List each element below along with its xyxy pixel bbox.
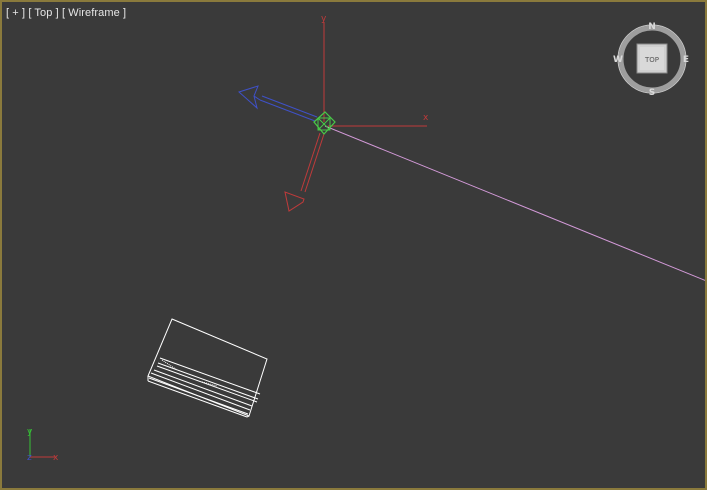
gizmo-x-label: x bbox=[423, 113, 429, 123]
gizmo-red-arrow[interactable] bbox=[284, 132, 325, 212]
viewcube-north[interactable]: N bbox=[648, 22, 656, 32]
target-line[interactable] bbox=[324, 125, 707, 282]
viewport-label: [ + ] [ Top ] [ Wireframe ] bbox=[6, 6, 126, 20]
viewport-menu-button[interactable]: [ + ] bbox=[6, 7, 25, 19]
viewport-scene[interactable]: y x TOP N S E W y z x bbox=[2, 2, 707, 490]
world-axis-y-label: y bbox=[27, 427, 33, 437]
gizmo-blue-arrow[interactable] bbox=[238, 85, 318, 122]
world-axis-x-label: x bbox=[53, 453, 59, 463]
world-axis-z-label: z bbox=[27, 453, 32, 463]
viewport-view-button[interactable]: [ Top ] bbox=[28, 7, 58, 19]
top-viewport[interactable]: y x TOP N S E W y z x [+] [Top] [Wi… bbox=[0, 0, 707, 490]
viewcube-south[interactable]: S bbox=[649, 88, 655, 98]
gizmo-y-label: y bbox=[321, 14, 327, 24]
viewport-shading-button[interactable]: [ Wireframe ] bbox=[62, 7, 126, 19]
viewcube[interactable]: TOP N S E W bbox=[613, 22, 689, 98]
wireframe-object[interactable] bbox=[147, 318, 268, 418]
viewcube-east[interactable]: E bbox=[683, 55, 689, 65]
viewcube-face-label: TOP bbox=[644, 56, 659, 64]
world-axis-tripod: y z x bbox=[27, 427, 59, 463]
viewcube-west[interactable]: W bbox=[613, 55, 623, 65]
